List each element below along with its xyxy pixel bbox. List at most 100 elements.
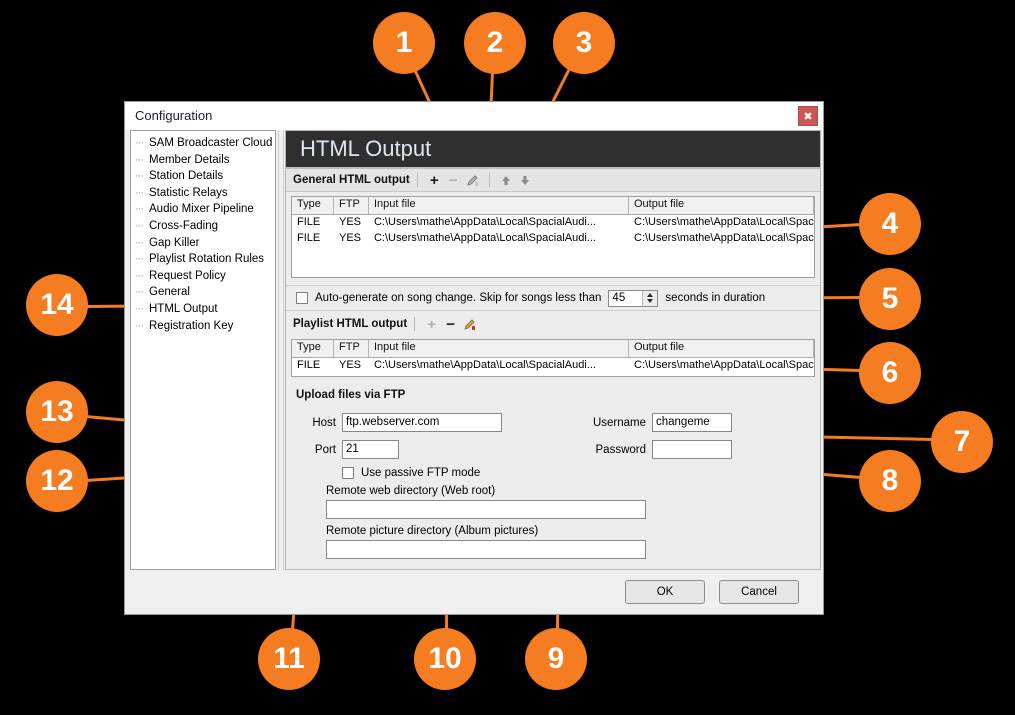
stepper-down-icon[interactable] (647, 299, 654, 303)
table-row[interactable]: FILE YES C:\Users\mathe\AppData\Local\Spac… (292, 358, 814, 374)
column-header[interactable]: FTP (334, 197, 369, 214)
callout-leader-4 (820, 222, 862, 228)
port-input[interactable]: 21 (342, 440, 399, 459)
grid-header: Type FTP Input file Output file (292, 340, 814, 358)
move-up-icon[interactable] (497, 172, 516, 189)
sidebar-item-station-details[interactable]: ··· Station Details (133, 168, 275, 185)
table-cell: FILE (297, 359, 321, 371)
table-cell: FILE (297, 216, 321, 228)
sidebar-item-member-details[interactable]: ··· Member Details (133, 152, 275, 169)
picture-directory-label: Remote picture directory (Album pictures… (326, 525, 539, 537)
tree-dash-icon: ··· (135, 219, 144, 232)
autogenerate-label: Auto-generate on song change. Skip for s… (315, 292, 602, 304)
callout-badge-5: 5 (859, 268, 921, 330)
table-row[interactable]: FILE YES C:\Users\mathe\AppData\Local\Spac… (292, 215, 814, 231)
column-header[interactable]: FTP (334, 340, 369, 357)
general-toolbar: + − (425, 172, 535, 189)
general-output-grid[interactable]: Type FTP Input file Output file FILE YES C:\U… (291, 196, 815, 278)
sidebar-item-label: General (149, 286, 190, 299)
tree-dash-icon: ··· (135, 153, 144, 166)
edit-icon[interactable] (460, 316, 479, 333)
table-cell: YES (339, 359, 362, 371)
stepper-arrows[interactable] (642, 290, 658, 306)
callout-leader-6 (821, 367, 862, 373)
username-input[interactable]: changeme (652, 413, 732, 432)
playlist-section-bar: Playlist HTML output + − (286, 313, 820, 335)
table-row[interactable]: FILE YES C:\Users\mathe\AppData\Local\Spac… (292, 231, 814, 247)
table-cell: FILE (297, 232, 321, 244)
sidebar-item-label: Gap Killer (149, 236, 200, 249)
remove-icon[interactable]: − (441, 316, 460, 333)
table-cell: C:\Users\mathe\AppData\Local\SpacialAudi… (374, 232, 596, 244)
autogenerate-row: Auto-generate on song change. Skip for s… (286, 285, 820, 311)
sidebar-item-gap-killer[interactable]: ··· Gap Killer (133, 235, 275, 252)
table-cell: C:\Users\mathe\AppData\Local\SpacialAudi… (374, 216, 596, 228)
tree-dash-icon: ··· (135, 253, 144, 266)
web-directory-input[interactable] (326, 500, 646, 519)
host-label: Host (312, 416, 336, 429)
playlist-output-grid[interactable]: Type FTP Input file Output file FILE YES C:\U… (291, 339, 815, 377)
close-icon[interactable]: ✖ (798, 106, 818, 126)
sidebar-item-statistic-relays[interactable]: ··· Statistic Relays (133, 185, 275, 202)
sidebar-item-sam-broadcaster-cloud[interactable]: ··· SAM Broadcaster Cloud (133, 135, 275, 152)
picture-directory-input[interactable] (326, 540, 646, 559)
sidebar-item-label: SAM Broadcaster Cloud (149, 137, 273, 149)
add-icon[interactable]: + (425, 172, 444, 189)
table-cell: YES (339, 216, 362, 228)
table-cell: C:\Users\mathe\AppData\Local\SpacialAud.… (634, 232, 814, 244)
column-header[interactable]: Type (292, 340, 334, 357)
column-header[interactable]: Output file (629, 340, 814, 357)
sidebar-item-label: Request Policy (149, 269, 226, 282)
callout-badge-3: 3 (553, 12, 615, 74)
ok-button[interactable]: OK (625, 580, 705, 604)
passive-row: Use passive FTP mode (342, 467, 820, 479)
panel-splitter[interactable] (278, 130, 284, 570)
move-down-icon[interactable] (516, 172, 535, 189)
callout-badge-2: 2 (464, 12, 526, 74)
add-icon: + (427, 315, 437, 333)
tree-dash-icon: ··· (135, 269, 144, 282)
column-header[interactable]: Input file (369, 340, 629, 357)
skip-seconds-stepper[interactable]: 45 (608, 289, 659, 307)
column-header[interactable]: Output file (629, 197, 814, 214)
sidebar-item-html-output[interactable]: ··· HTML Output (133, 301, 275, 318)
tree-dash-icon: ··· (135, 319, 144, 332)
table-cell: C:\Users\mathe\AppData\Local\SpacialAud.… (634, 359, 814, 371)
grid-body[interactable]: FILE YES C:\Users\mathe\AppData\Local\Spac… (292, 215, 814, 277)
column-header[interactable]: Input file (369, 197, 629, 214)
skip-seconds-value: 45 (612, 291, 626, 304)
general-section-title: General HTML output (293, 174, 410, 186)
password-label: Password (595, 443, 647, 456)
stepper-up-icon[interactable] (647, 293, 654, 297)
sidebar-item-playlist-rotation-rules[interactable]: ··· Playlist Rotation Rules (133, 251, 275, 268)
port-row: Port 21 Password (296, 440, 820, 459)
sidebar-item-audio-mixer-pipeline[interactable]: ··· Audio Mixer Pipeline (133, 201, 275, 218)
tree-dash-icon: ··· (135, 170, 144, 183)
callout-badge-4: 4 (859, 193, 921, 255)
callout-badge-6: 6 (859, 342, 921, 404)
sidebar-item-cross-fading[interactable]: ··· Cross-Fading (133, 218, 275, 235)
content-panel: HTML Output General HTML output + − Type F… (285, 130, 821, 570)
host-row: Host ftp.webserver.com Username changeme (296, 413, 820, 432)
ftp-section: Upload files via FTP Host ftp.webserver.… (286, 377, 820, 559)
cancel-button[interactable]: Cancel (719, 580, 799, 604)
tree-dash-icon: ··· (135, 302, 144, 315)
column-header[interactable]: Type (292, 197, 334, 214)
settings-tree[interactable]: ··· SAM Broadcaster Cloud ··· Member Detail… (130, 130, 276, 570)
sidebar-item-label: HTML Output (149, 302, 218, 315)
autogenerate-checkbox[interactable] (296, 292, 308, 304)
callout-badge-12: 12 (26, 450, 88, 512)
table-cell: YES (339, 232, 362, 244)
callout-badge-13: 13 (26, 381, 88, 443)
host-input[interactable]: ftp.webserver.com (342, 413, 502, 432)
sidebar-item-label: Station Details (149, 170, 224, 183)
sidebar-item-label: Cross-Fading (149, 219, 219, 232)
grid-body[interactable]: FILE YES C:\Users\mathe\AppData\Local\Spac… (292, 358, 814, 376)
sidebar-item-general[interactable]: ··· General (133, 284, 275, 301)
toolbar-separator (414, 317, 416, 331)
password-input[interactable] (652, 440, 732, 459)
sidebar-item-request-policy[interactable]: ··· Request Policy (133, 268, 275, 285)
tree-dash-icon: ··· (135, 203, 144, 216)
passive-ftp-checkbox[interactable] (342, 467, 354, 479)
sidebar-item-registration-key[interactable]: ··· Registration Key (133, 318, 275, 335)
